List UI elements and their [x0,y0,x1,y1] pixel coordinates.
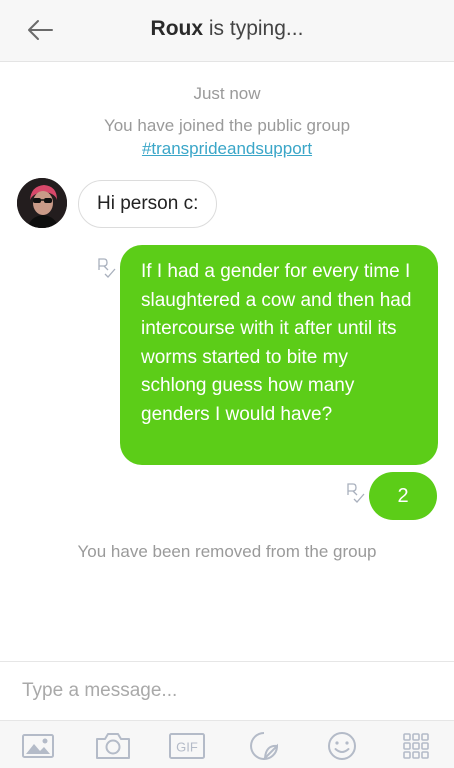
joined-group-notice: You have joined the public group [103,116,351,135]
apps-button[interactable] [396,730,436,762]
chat-header: Roux is typing... [0,0,454,62]
camera-icon [96,733,130,759]
attachment-toolbar: GIF [0,720,454,768]
removed-from-group-notice: You have been removed from the group [77,542,377,561]
message-composer [0,661,454,719]
outgoing-message-bubble[interactable]: 2 [369,472,437,520]
message-input[interactable] [22,674,432,708]
read-receipt-icon [98,258,116,278]
typing-status: is typing... [203,17,304,40]
group-hashtag-link[interactable]: #transprideandsupport [142,139,312,158]
chat-title: Roux is typing... [0,17,454,41]
incoming-message-bubble[interactable]: Hi person c: [78,180,218,228]
image-icon [22,734,54,758]
gif-button[interactable]: GIF [167,730,207,762]
sticker-icon [250,732,278,760]
gif-label: GIF [176,740,198,755]
apps-grid-icon [403,733,429,759]
avatar-image [17,178,67,228]
emoji-button[interactable] [322,730,362,762]
sticker-button[interactable] [244,730,284,762]
gif-icon: GIF [169,733,205,759]
emoji-icon [328,732,356,760]
image-button[interactable] [18,730,58,762]
contact-avatar[interactable] [17,178,67,228]
timestamp: Just now [193,84,261,103]
outgoing-message-bubble[interactable]: If I had a gender for every time I slaug… [120,245,438,465]
read-receipt-icon [347,483,365,503]
camera-button[interactable] [93,730,133,762]
group-hashtag-line: #transprideandsupport [0,139,454,159]
contact-name: Roux [150,17,204,40]
